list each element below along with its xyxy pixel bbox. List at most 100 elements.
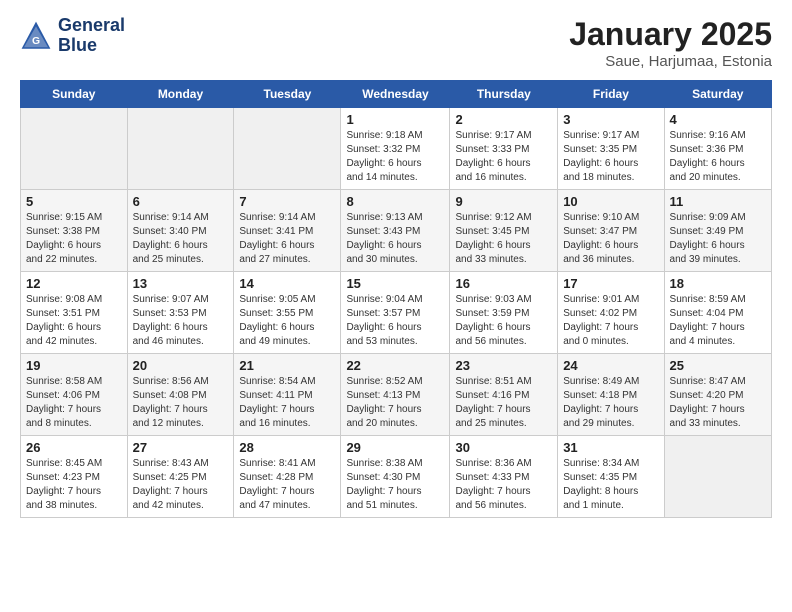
- day-number: 6: [133, 194, 229, 209]
- day-info: Sunrise: 9:01 AM Sunset: 4:02 PM Dayligh…: [563, 293, 658, 349]
- calendar-cell: 27 Sunrise: 8:43 AM Sunset: 4:25 PM Dayli…: [127, 436, 234, 518]
- day-info: Sunrise: 9:17 AM Sunset: 3:33 PM Dayligh…: [455, 129, 552, 185]
- calendar-cell: 7 Sunrise: 9:14 AM Sunset: 3:41 PM Daylig…: [234, 190, 341, 272]
- calendar-subtitle: Saue, Harjumaa, Estonia: [569, 53, 772, 70]
- calendar-cell: 3Sunrise: 9:17 AM Sunset: 3:35 PM Daylig…: [558, 108, 664, 190]
- page: G General Blue January 2025 Saue, Harjum…: [0, 0, 792, 528]
- logo-line2: Blue: [58, 36, 125, 56]
- calendar-week-row: 12 Sunrise: 9:08 AM Sunset: 3:51 PM Dayli…: [21, 272, 772, 354]
- calendar-cell: 10Sunrise: 9:10 AM Sunset: 3:47 PM Dayli…: [558, 190, 664, 272]
- day-number: 2: [455, 112, 552, 127]
- day-number: 17: [563, 276, 658, 291]
- calendar-cell: 16Sunrise: 9:03 AM Sunset: 3:59 PM Dayli…: [450, 272, 558, 354]
- calendar-cell: [234, 108, 341, 190]
- day-number: 5: [26, 194, 122, 209]
- calendar-cell: 18 Sunrise: 8:59 AM Sunset: 4:04 PM Dayli…: [664, 272, 771, 354]
- day-info: Sunrise: 8:54 AM Sunset: 4:11 PM Dayligh…: [239, 375, 335, 431]
- day-number: 29: [346, 440, 444, 455]
- calendar-cell: 25Sunrise: 8:47 AM Sunset: 4:20 PM Dayli…: [664, 354, 771, 436]
- calendar-cell: 2 Sunrise: 9:17 AM Sunset: 3:33 PM Daylig…: [450, 108, 558, 190]
- day-info: Sunrise: 9:14 AM Sunset: 3:40 PM Dayligh…: [133, 211, 229, 267]
- calendar-cell: 26 Sunrise: 8:45 AM Sunset: 4:23 PM Dayli…: [21, 436, 128, 518]
- calendar-cell: 29Sunrise: 8:38 AM Sunset: 4:30 PM Dayli…: [341, 436, 450, 518]
- day-info: Sunrise: 8:58 AM Sunset: 4:06 PM Dayligh…: [26, 375, 122, 431]
- day-number: 30: [455, 440, 552, 455]
- calendar-cell: 19Sunrise: 8:58 AM Sunset: 4:06 PM Dayli…: [21, 354, 128, 436]
- day-info: Sunrise: 8:51 AM Sunset: 4:16 PM Dayligh…: [455, 375, 552, 431]
- day-info: Sunrise: 9:12 AM Sunset: 3:45 PM Dayligh…: [455, 211, 552, 267]
- header: G General Blue January 2025 Saue, Harjum…: [20, 16, 772, 70]
- day-number: 18: [670, 276, 766, 291]
- day-info: Sunrise: 9:14 AM Sunset: 3:41 PM Dayligh…: [239, 211, 335, 267]
- calendar-cell: 23Sunrise: 8:51 AM Sunset: 4:16 PM Dayli…: [450, 354, 558, 436]
- day-number: 28: [239, 440, 335, 455]
- logo-text: General Blue: [58, 16, 125, 56]
- calendar-cell: 20 Sunrise: 8:56 AM Sunset: 4:08 PM Dayli…: [127, 354, 234, 436]
- calendar-cell: 13 Sunrise: 9:07 AM Sunset: 3:53 PM Dayli…: [127, 272, 234, 354]
- day-number: 9: [455, 194, 552, 209]
- calendar-cell: 17 Sunrise: 9:01 AM Sunset: 4:02 PM Dayli…: [558, 272, 664, 354]
- calendar-cell: 22 Sunrise: 8:52 AM Sunset: 4:13 PM Dayli…: [341, 354, 450, 436]
- day-number: 15: [346, 276, 444, 291]
- day-info: Sunrise: 9:13 AM Sunset: 3:43 PM Dayligh…: [346, 211, 444, 267]
- day-number: 7: [239, 194, 335, 209]
- day-number: 14: [239, 276, 335, 291]
- calendar-cell: [21, 108, 128, 190]
- weekday-header: Thursday: [450, 81, 558, 108]
- day-number: 24: [563, 358, 658, 373]
- svg-text:G: G: [32, 36, 40, 47]
- day-number: 22: [346, 358, 444, 373]
- day-number: 1: [346, 112, 444, 127]
- day-number: 25: [670, 358, 766, 373]
- calendar-cell: 12 Sunrise: 9:08 AM Sunset: 3:51 PM Dayli…: [21, 272, 128, 354]
- day-info: Sunrise: 9:09 AM Sunset: 3:49 PM Dayligh…: [670, 211, 766, 267]
- day-info: Sunrise: 8:49 AM Sunset: 4:18 PM Dayligh…: [563, 375, 658, 431]
- day-info: Sunrise: 9:07 AM Sunset: 3:53 PM Dayligh…: [133, 293, 229, 349]
- day-info: Sunrise: 9:03 AM Sunset: 3:59 PM Dayligh…: [455, 293, 552, 349]
- calendar-cell: 15Sunrise: 9:04 AM Sunset: 3:57 PM Dayli…: [341, 272, 450, 354]
- calendar-cell: 14 Sunrise: 9:05 AM Sunset: 3:55 PM Dayli…: [234, 272, 341, 354]
- day-number: 13: [133, 276, 229, 291]
- day-info: Sunrise: 8:43 AM Sunset: 4:25 PM Dayligh…: [133, 457, 229, 513]
- day-number: 31: [563, 440, 658, 455]
- calendar-cell: 4 Sunrise: 9:16 AM Sunset: 3:36 PM Daylig…: [664, 108, 771, 190]
- calendar-week-row: 5 Sunrise: 9:15 AM Sunset: 3:38 PM Daylig…: [21, 190, 772, 272]
- day-info: Sunrise: 8:41 AM Sunset: 4:28 PM Dayligh…: [239, 457, 335, 513]
- calendar-title: January 2025: [569, 16, 772, 53]
- calendar-cell: [664, 436, 771, 518]
- day-number: 4: [670, 112, 766, 127]
- day-info: Sunrise: 9:17 AM Sunset: 3:35 PM Dayligh…: [563, 129, 658, 185]
- logo: G General Blue: [20, 16, 125, 56]
- day-info: Sunrise: 8:56 AM Sunset: 4:08 PM Dayligh…: [133, 375, 229, 431]
- logo-icon: G: [20, 20, 52, 52]
- day-info: Sunrise: 9:16 AM Sunset: 3:36 PM Dayligh…: [670, 129, 766, 185]
- day-number: 12: [26, 276, 122, 291]
- day-info: Sunrise: 9:18 AM Sunset: 3:32 PM Dayligh…: [346, 129, 444, 185]
- logo-line1: General: [58, 16, 125, 36]
- header-row: SundayMondayTuesdayWednesdayThursdayFrid…: [21, 81, 772, 108]
- day-number: 26: [26, 440, 122, 455]
- calendar-cell: [127, 108, 234, 190]
- weekday-header: Tuesday: [234, 81, 341, 108]
- day-info: Sunrise: 9:05 AM Sunset: 3:55 PM Dayligh…: [239, 293, 335, 349]
- day-info: Sunrise: 8:45 AM Sunset: 4:23 PM Dayligh…: [26, 457, 122, 513]
- day-number: 27: [133, 440, 229, 455]
- day-info: Sunrise: 9:10 AM Sunset: 3:47 PM Dayligh…: [563, 211, 658, 267]
- calendar-cell: 24 Sunrise: 8:49 AM Sunset: 4:18 PM Dayli…: [558, 354, 664, 436]
- day-info: Sunrise: 9:15 AM Sunset: 3:38 PM Dayligh…: [26, 211, 122, 267]
- weekday-header: Monday: [127, 81, 234, 108]
- day-info: Sunrise: 8:52 AM Sunset: 4:13 PM Dayligh…: [346, 375, 444, 431]
- day-info: Sunrise: 8:36 AM Sunset: 4:33 PM Dayligh…: [455, 457, 552, 513]
- calendar-cell: 11 Sunrise: 9:09 AM Sunset: 3:49 PM Dayli…: [664, 190, 771, 272]
- day-info: Sunrise: 8:59 AM Sunset: 4:04 PM Dayligh…: [670, 293, 766, 349]
- day-number: 20: [133, 358, 229, 373]
- calendar-cell: 8Sunrise: 9:13 AM Sunset: 3:43 PM Daylig…: [341, 190, 450, 272]
- calendar-cell: 5 Sunrise: 9:15 AM Sunset: 3:38 PM Daylig…: [21, 190, 128, 272]
- day-number: 11: [670, 194, 766, 209]
- weekday-header: Friday: [558, 81, 664, 108]
- weekday-header: Saturday: [664, 81, 771, 108]
- calendar-cell: 9 Sunrise: 9:12 AM Sunset: 3:45 PM Daylig…: [450, 190, 558, 272]
- weekday-header: Sunday: [21, 81, 128, 108]
- calendar-cell: 1 Sunrise: 9:18 AM Sunset: 3:32 PM Daylig…: [341, 108, 450, 190]
- day-info: Sunrise: 9:08 AM Sunset: 3:51 PM Dayligh…: [26, 293, 122, 349]
